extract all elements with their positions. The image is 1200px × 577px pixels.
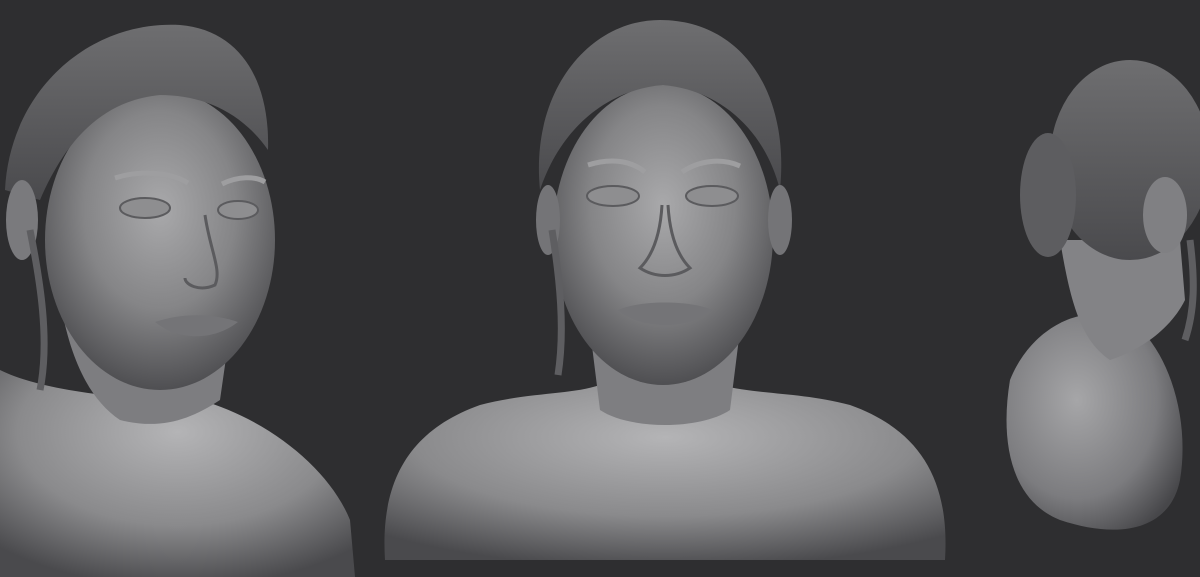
back-hair-strand: [1181, 239, 1197, 342]
back-bust-shoulder: [1006, 313, 1183, 530]
back-bust-hair-bun: [1020, 133, 1076, 257]
front-bust-face: [553, 85, 773, 385]
front-left-eye: [586, 185, 640, 207]
back-three-quarter-view: [1006, 60, 1200, 530]
left-eye: [119, 197, 171, 219]
front-right-eye: [685, 185, 739, 207]
left-bust-hair-strand: [26, 229, 48, 391]
three-quarter-view: [0, 24, 355, 577]
right-eye: [217, 200, 259, 220]
front-right-ear: [768, 185, 792, 255]
sculpt-canvas: [0, 20, 1200, 577]
front-view: [384, 20, 946, 560]
sculpt-viewport: [0, 0, 1200, 577]
back-bust-ear: [1143, 177, 1187, 253]
